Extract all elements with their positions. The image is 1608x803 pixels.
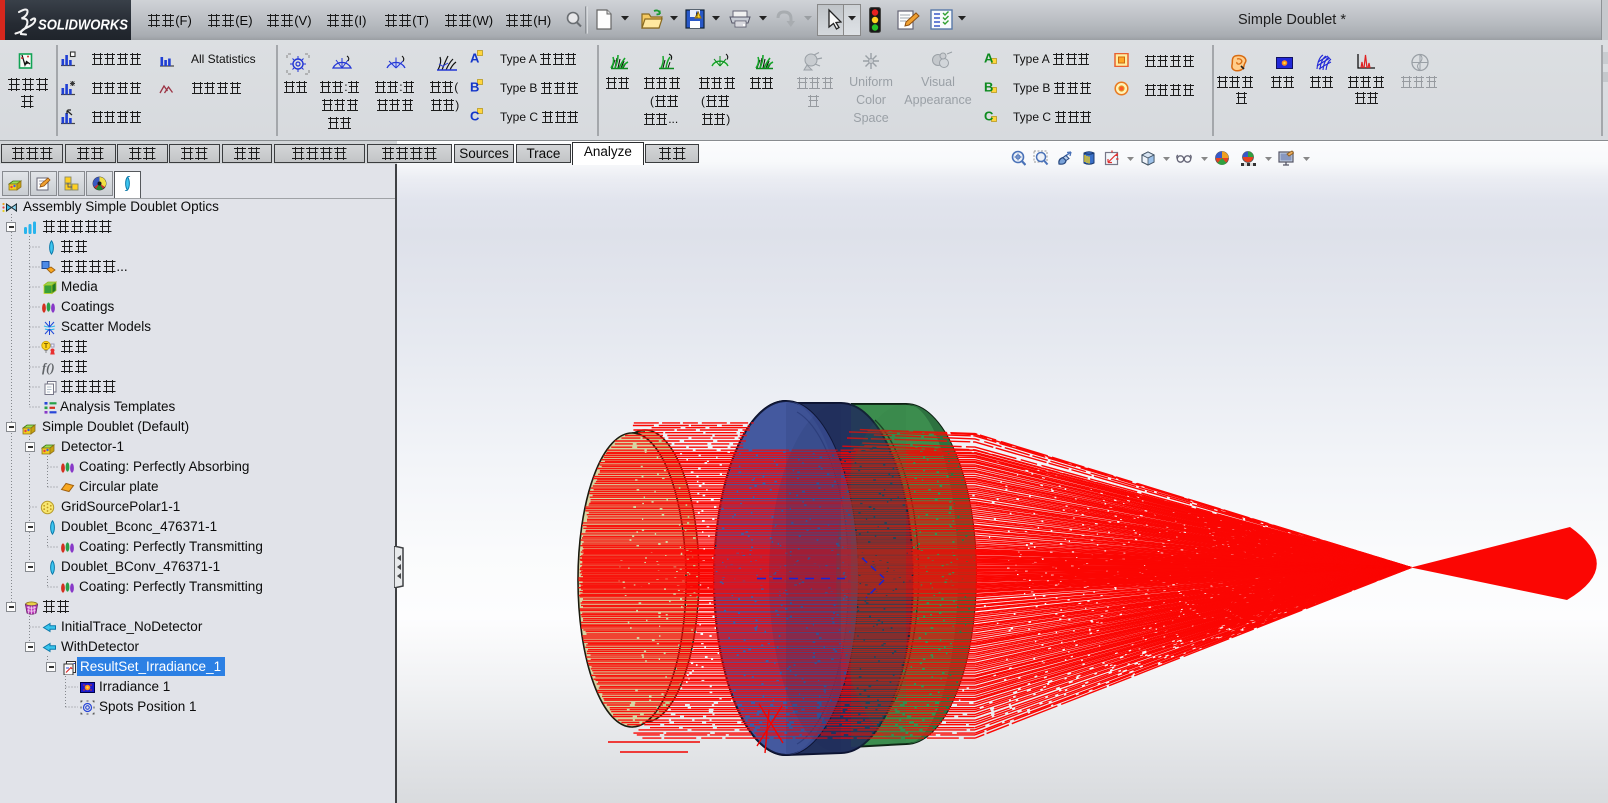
svg-text:B: B [984,80,993,95]
svg-text:C: C [470,109,480,124]
svg-text:B: B [470,80,479,95]
svg-text:C: C [984,109,994,124]
svg-text:T: T [44,343,49,350]
svg-text:f(): f() [42,361,55,375]
svg-text:A: A [984,51,994,66]
svg-text:SOLIDWORKS: SOLIDWORKS [38,18,128,34]
svg-text:A: A [470,51,480,66]
svg-text:!: ! [696,14,698,20]
